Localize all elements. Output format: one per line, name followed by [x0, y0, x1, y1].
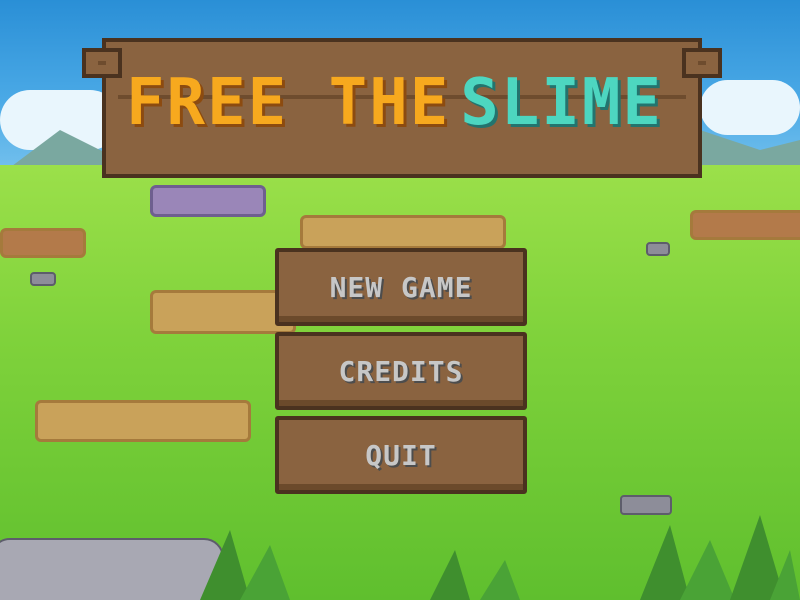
quit-label: QUIT	[365, 438, 437, 472]
dirt-path	[300, 215, 506, 249]
title-free-the: FREE THE	[126, 66, 451, 140]
rock	[30, 272, 56, 286]
foreground-grass	[200, 515, 800, 600]
title-plank-right	[682, 48, 722, 78]
rock	[646, 242, 670, 256]
credits-button[interactable]: CREDITS	[275, 332, 527, 410]
title-plank-left	[82, 48, 122, 78]
dirt-patch	[690, 210, 800, 240]
title-sign: FREE THE SLIME	[82, 32, 722, 182]
credits-label: CREDITS	[338, 354, 464, 388]
dirt-path	[35, 400, 251, 442]
new-game-label: NEW GAME	[329, 270, 473, 304]
quit-button[interactable]: QUIT	[275, 416, 527, 494]
title-slime: SLIME	[460, 66, 663, 140]
purple-path	[150, 185, 266, 217]
main-menu: NEW GAME CREDITS QUIT	[275, 248, 527, 503]
new-game-button[interactable]: NEW GAME	[275, 248, 527, 326]
dirt-patch	[0, 228, 86, 258]
game-scene: FREE THE SLIME NEW GAME CREDITS QUIT	[0, 0, 800, 600]
game-title: FREE THE SLIME	[126, 66, 663, 140]
